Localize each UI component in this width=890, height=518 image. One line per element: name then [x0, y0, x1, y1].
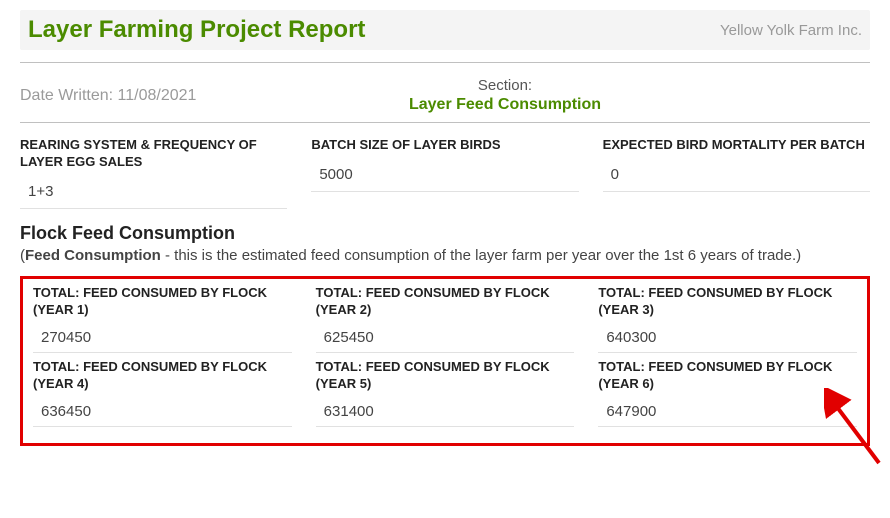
section-label: Section: [320, 77, 690, 94]
field-label: BATCH SIZE OF LAYER BIRDS [311, 137, 578, 154]
year-value: 640300 [598, 325, 857, 353]
top-fields-row: REARING SYSTEM & FREQUENCY OF LAYER EGG … [20, 137, 870, 209]
field-label: REARING SYSTEM & FREQUENCY OF LAYER EGG … [20, 137, 287, 171]
field-label: EXPECTED BIRD MORTALITY PER BATCH [603, 137, 870, 154]
year-field-5: TOTAL: FEED CONSUMED BY FLOCK (YEAR 5) 6… [316, 359, 575, 427]
year-row-1: TOTAL: FEED CONSUMED BY FLOCK (YEAR 1) 2… [33, 285, 857, 353]
year-field-1: TOTAL: FEED CONSUMED BY FLOCK (YEAR 1) 2… [33, 285, 292, 353]
desc-bold: Feed Consumption [25, 247, 161, 264]
report-page: Layer Farming Project Report Yellow Yolk… [0, 0, 890, 466]
year-value: 631400 [316, 399, 575, 427]
year-field-3: TOTAL: FEED CONSUMED BY FLOCK (YEAR 3) 6… [598, 285, 857, 353]
header-bar: Layer Farming Project Report Yellow Yolk… [20, 10, 870, 50]
meta-row: Date Written: 11/08/2021 Section: Layer … [20, 77, 870, 114]
year-value: 636450 [33, 399, 292, 427]
year-label: TOTAL: FEED CONSUMED BY FLOCK (YEAR 5) [316, 359, 575, 393]
report-title: Layer Farming Project Report [28, 16, 365, 44]
year-value: 647900 [598, 399, 857, 427]
field-mortality: EXPECTED BIRD MORTALITY PER BATCH 0 [603, 137, 870, 209]
annotation-arrow-icon [824, 388, 884, 468]
field-value: 0 [603, 160, 870, 192]
year-field-4: TOTAL: FEED CONSUMED BY FLOCK (YEAR 4) 6… [33, 359, 292, 427]
field-batch-size: BATCH SIZE OF LAYER BIRDS 5000 [311, 137, 578, 209]
year-label: TOTAL: FEED CONSUMED BY FLOCK (YEAR 2) [316, 285, 575, 319]
field-rearing-system: REARING SYSTEM & FREQUENCY OF LAYER EGG … [20, 137, 287, 209]
highlight-box: TOTAL: FEED CONSUMED BY FLOCK (YEAR 1) 2… [20, 276, 870, 446]
field-value: 1+3 [20, 177, 287, 209]
company-name: Yellow Yolk Farm Inc. [720, 22, 862, 39]
year-label: TOTAL: FEED CONSUMED BY FLOCK (YEAR 3) [598, 285, 857, 319]
year-label: TOTAL: FEED CONSUMED BY FLOCK (YEAR 1) [33, 285, 292, 319]
year-value: 270450 [33, 325, 292, 353]
year-value: 625450 [316, 325, 575, 353]
divider [20, 122, 870, 123]
section-block: Section: Layer Feed Consumption [320, 77, 690, 114]
desc-rest: - this is the estimated feed consumption… [161, 247, 801, 264]
section-name: Layer Feed Consumption [320, 96, 690, 114]
year-field-2: TOTAL: FEED CONSUMED BY FLOCK (YEAR 2) 6… [316, 285, 575, 353]
flock-description: (Feed Consumption - this is the estimate… [20, 246, 870, 266]
year-label: TOTAL: FEED CONSUMED BY FLOCK (YEAR 4) [33, 359, 292, 393]
date-written: Date Written: 11/08/2021 [20, 87, 320, 105]
flock-heading: Flock Feed Consumption [20, 223, 870, 244]
year-row-2: TOTAL: FEED CONSUMED BY FLOCK (YEAR 4) 6… [33, 359, 857, 427]
divider [20, 62, 870, 63]
year-label: TOTAL: FEED CONSUMED BY FLOCK (YEAR 6) [598, 359, 857, 393]
year-field-6: TOTAL: FEED CONSUMED BY FLOCK (YEAR 6) 6… [598, 359, 857, 427]
field-value: 5000 [311, 160, 578, 192]
